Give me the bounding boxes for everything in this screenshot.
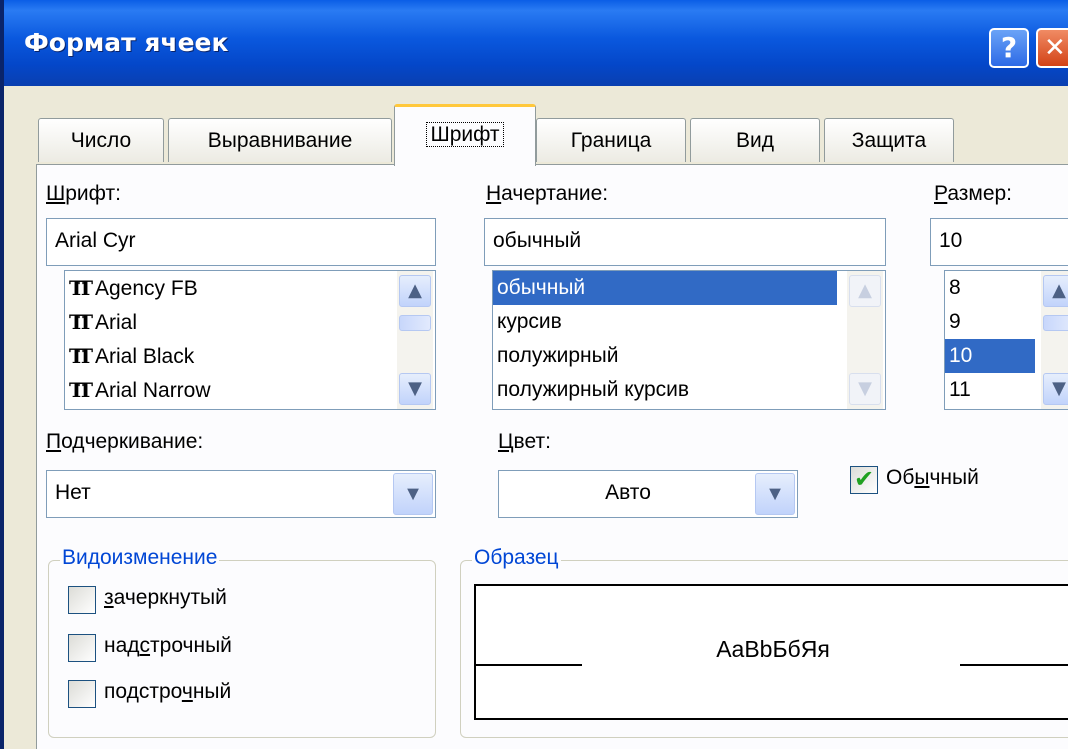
effects-legend: Видоизменение bbox=[60, 546, 220, 570]
style-input[interactable]: обычный bbox=[484, 218, 886, 266]
font-list-item[interactable]: TT Arial bbox=[65, 305, 435, 339]
format-cells-dialog: Формат ячеек ? ✕ Число Выравнивание Шриф… bbox=[0, 0, 1068, 749]
style-label: Начертание: bbox=[486, 182, 609, 205]
font-list-item[interactable]: TT Arial Black bbox=[65, 339, 435, 373]
normal-font-label[interactable]: Обычный bbox=[886, 466, 979, 490]
preview-legend: Образец bbox=[472, 546, 561, 570]
subscript-checkbox[interactable] bbox=[68, 680, 96, 708]
font-scrollbar[interactable]: ▲ ▼ bbox=[397, 271, 433, 409]
style-listbox[interactable]: обычный курсив полужирный полужирный кур… bbox=[492, 270, 886, 410]
tab-strip: Число Выравнивание Шрифт Граница Вид Защ… bbox=[4, 100, 1068, 166]
scroll-up-icon[interactable]: ▲ bbox=[1043, 275, 1068, 307]
color-label: Цвет: bbox=[498, 430, 551, 453]
style-scrollbar[interactable]: ▲ ▼ bbox=[847, 271, 883, 409]
normal-font-checkbox[interactable]: ✔ bbox=[850, 466, 878, 494]
font-input[interactable]: Arial Cyr bbox=[46, 218, 436, 266]
scroll-up-icon[interactable]: ▲ bbox=[849, 275, 881, 307]
tab-alignment[interactable]: Выравнивание bbox=[168, 118, 392, 162]
preview-baseline-right bbox=[960, 664, 1068, 666]
truetype-icon: TT bbox=[69, 344, 93, 368]
font-list-item[interactable]: TT Agency FB bbox=[65, 271, 435, 305]
preview-text: AaBbБбЯя bbox=[716, 636, 830, 662]
title-bar[interactable]: Формат ячеек ? ✕ bbox=[4, 0, 1068, 86]
tab-number[interactable]: Число bbox=[38, 118, 164, 162]
style-list-item[interactable]: полужирный bbox=[493, 339, 885, 373]
font-listbox[interactable]: TT Agency FB TT Arial TT Arial Black TT Aria… bbox=[64, 270, 436, 410]
help-button[interactable]: ? bbox=[989, 28, 1029, 68]
scroll-down-icon[interactable]: ▼ bbox=[399, 373, 431, 405]
dropdown-arrow-icon[interactable]: ▼ bbox=[393, 473, 433, 515]
underline-select[interactable]: Нет ▼ bbox=[46, 470, 436, 518]
underline-value: Нет bbox=[55, 481, 91, 504]
tab-protection[interactable]: Защита bbox=[824, 118, 954, 162]
superscript-checkbox[interactable] bbox=[68, 634, 96, 662]
underline-label: Подчеркивание: bbox=[46, 430, 204, 453]
scroll-thumb[interactable] bbox=[399, 315, 431, 331]
scroll-down-icon[interactable]: ▼ bbox=[849, 373, 881, 405]
truetype-icon: TT bbox=[69, 378, 93, 402]
scroll-up-icon[interactable]: ▲ bbox=[399, 275, 431, 307]
preview-baseline-left bbox=[476, 664, 582, 666]
scroll-down-icon[interactable]: ▼ bbox=[1043, 373, 1068, 405]
size-scrollbar[interactable]: ▲ ▼ bbox=[1041, 271, 1068, 409]
superscript-label[interactable]: надстрочный bbox=[104, 634, 232, 658]
truetype-icon: TT bbox=[69, 310, 93, 334]
size-input[interactable]: 10 bbox=[930, 218, 1068, 266]
size-listbox[interactable]: 8 9 10 11 ▲ ▼ bbox=[944, 270, 1068, 410]
scroll-thumb[interactable] bbox=[1043, 315, 1068, 331]
style-list-item-selected[interactable]: обычный bbox=[493, 271, 837, 305]
truetype-icon: TT bbox=[69, 276, 93, 300]
style-list-item[interactable]: полужирный курсив bbox=[493, 373, 885, 407]
dropdown-arrow-icon[interactable]: ▼ bbox=[755, 473, 795, 515]
close-button[interactable]: ✕ bbox=[1036, 28, 1068, 68]
tab-border[interactable]: Граница bbox=[536, 118, 686, 162]
font-label: Шрифт: bbox=[46, 182, 121, 205]
tab-fill[interactable]: Вид bbox=[690, 118, 820, 162]
dialog-title: Формат ячеек bbox=[24, 28, 229, 57]
color-value: Авто bbox=[605, 481, 651, 504]
color-select[interactable]: Авто ▼ bbox=[498, 470, 798, 518]
subscript-label[interactable]: подстрочный bbox=[104, 680, 231, 704]
tab-font[interactable]: Шрифт bbox=[394, 104, 536, 166]
preview-box: AaBbБбЯя bbox=[474, 584, 1068, 720]
font-list-item[interactable]: TT Arial Narrow bbox=[65, 373, 435, 407]
size-label: Размер: bbox=[934, 182, 1013, 205]
strikethrough-checkbox[interactable] bbox=[68, 586, 96, 614]
size-list-item-selected[interactable]: 10 bbox=[945, 339, 1035, 373]
style-list-item[interactable]: курсив bbox=[493, 305, 885, 339]
strikethrough-label[interactable]: зачеркнутый bbox=[104, 586, 227, 610]
